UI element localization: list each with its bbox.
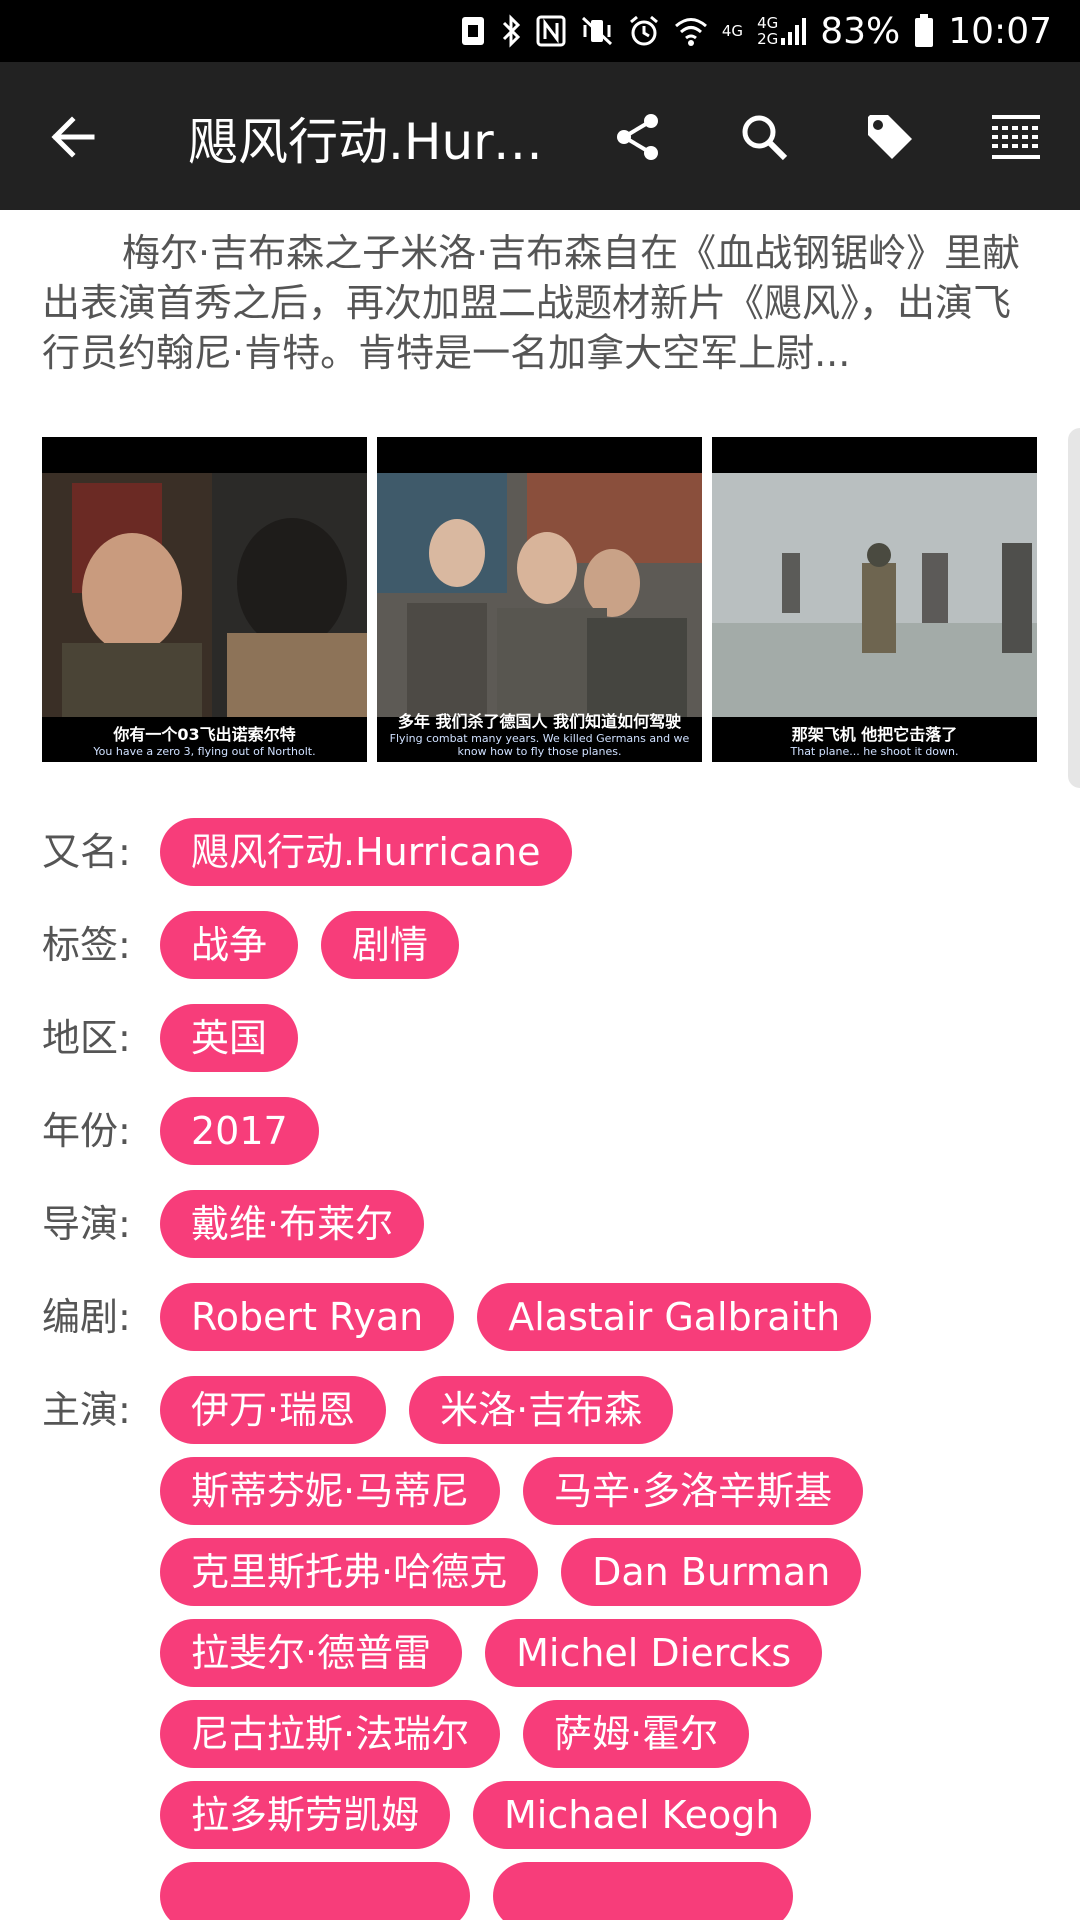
subtitle-chinese: 那架飞机 他把它击落了 [791, 725, 958, 744]
cast-chip[interactable]: 伊万·瑞恩 [160, 1376, 387, 1444]
subtitle-english: Flying combat many years. We killed Germ… [389, 732, 690, 758]
movie-description[interactable]: 梅尔·吉布森之子米洛·吉布森自在《血战钢锯岭》里献出表演首秀之后，再次加盟二战题… [42, 228, 1038, 378]
region-row: 地区: 英国 [42, 1004, 1042, 1072]
cast-chip[interactable]: 斯蒂芬妮·马蒂尼 [160, 1457, 501, 1525]
cast-chip[interactable]: 马辛·多洛辛斯基 [523, 1457, 864, 1525]
alias-label: 又名: [42, 830, 131, 874]
bluetooth-icon [500, 11, 522, 51]
sim-notification-icon [460, 11, 486, 51]
tags-row: 标签: 战争 剧情 [42, 911, 1042, 979]
writer-row: 编剧: Robert Ryan Alastair Galbraith [42, 1283, 1042, 1351]
screenshot-gallery[interactable]: 你有一个03飞出诺索尔特 You have a zero 3, flying o… [42, 437, 1080, 762]
cast-chip[interactable]: 拉多斯劳凯姆 [160, 1781, 451, 1849]
cast-chip[interactable]: 拉斐尔·德普雷 [160, 1619, 463, 1687]
alias-row: 又名: 飓风行动.Hurricane [42, 818, 1042, 886]
screenshot-thumbnail[interactable]: 你有一个03飞出诺索尔特 You have a zero 3, flying o… [42, 437, 367, 762]
cast-chip[interactable]: Michael Keogh [473, 1781, 811, 1849]
cast-chip[interactable]: Michel Diercks [485, 1619, 823, 1687]
wifi-icon [674, 11, 708, 51]
back-arrow-icon[interactable] [48, 112, 98, 162]
cast-label: 主演: [42, 1388, 131, 1432]
cellular-signal-icon: 4G 2G [757, 11, 807, 51]
network-4g-label: 4G [721, 22, 744, 40]
status-bar: 4G 4G 2G 83% 10:07 [0, 0, 1080, 62]
year-label: 年份: [42, 1109, 131, 1153]
director-chip[interactable]: 戴维·布莱尔 [160, 1190, 425, 1258]
subtitle-english: You have a zero 3, flying out of Northol… [93, 745, 316, 758]
share-icon[interactable] [608, 107, 668, 167]
tag-icon[interactable] [860, 107, 920, 167]
movie-still-image [42, 473, 367, 717]
subtitle-chinese: 你有一个03飞出诺索尔特 [113, 725, 296, 744]
nfc-icon [536, 11, 566, 51]
movie-info: 又名: 飓风行动.Hurricane 标签: 战争 剧情 地区: 英国 年份: … [42, 818, 1042, 1920]
tag-chip[interactable]: 剧情 [321, 911, 460, 979]
battery-icon [914, 11, 934, 51]
cast-chip[interactable] [493, 1862, 793, 1920]
cast-chip[interactable]: 萨姆·霍尔 [523, 1700, 750, 1768]
movie-still-image [377, 473, 702, 717]
cast-chip[interactable]: 尼古拉斯·法瑞尔 [160, 1700, 501, 1768]
cast-chip[interactable]: 米洛·吉布森 [409, 1376, 674, 1444]
subtitle-chinese: 多年 我们杀了德国人 我们知道如何驾驶 [397, 712, 682, 731]
alias-chip[interactable]: 飓风行动.Hurricane [160, 818, 572, 886]
episode-list-icon[interactable] [986, 107, 1046, 167]
search-icon[interactable] [734, 107, 794, 167]
region-chip[interactable]: 英国 [160, 1004, 299, 1072]
writer-chip[interactable]: Robert Ryan [160, 1283, 455, 1351]
cast-chip[interactable]: Dan Burman [561, 1538, 862, 1606]
movie-still-image [712, 473, 1037, 717]
cast-chip[interactable] [160, 1862, 470, 1920]
tags-label: 标签: [42, 923, 131, 967]
alarm-icon [628, 11, 660, 51]
page-title: 飓风行动.Hurr... [188, 113, 548, 171]
subtitle-english: That plane... he shoot it down. [790, 745, 959, 758]
region-label: 地区: [42, 1016, 131, 1060]
writer-chip[interactable]: Alastair Galbraith [477, 1283, 872, 1351]
battery-percent: 83% [820, 10, 901, 52]
year-chip[interactable]: 2017 [160, 1097, 319, 1165]
app-bar: 飓风行动.Hurr... [0, 62, 1080, 210]
screenshot-thumbnail[interactable]: 那架飞机 他把它击落了 That plane... he shoot it do… [712, 437, 1037, 762]
year-row: 年份: 2017 [42, 1097, 1042, 1165]
screenshot-thumbnail[interactable]: 多年 我们杀了德国人 我们知道如何驾驶 Flying combat many y… [377, 437, 702, 762]
writer-label: 编剧: [42, 1295, 131, 1339]
side-drawer-handle[interactable] [1068, 428, 1080, 788]
tag-chip[interactable]: 战争 [160, 911, 299, 979]
director-label: 导演: [42, 1202, 131, 1246]
cast-row: 主演: 伊万·瑞恩 米洛·吉布森 斯蒂芬妮·马蒂尼 马辛·多洛辛斯基 克里斯托弗… [42, 1376, 1042, 1920]
vibrate-mute-icon [580, 11, 614, 51]
clock: 10:07 [948, 10, 1052, 52]
director-row: 导演: 戴维·布莱尔 [42, 1190, 1042, 1258]
cast-chip[interactable]: 克里斯托弗·哈德克 [160, 1538, 539, 1606]
